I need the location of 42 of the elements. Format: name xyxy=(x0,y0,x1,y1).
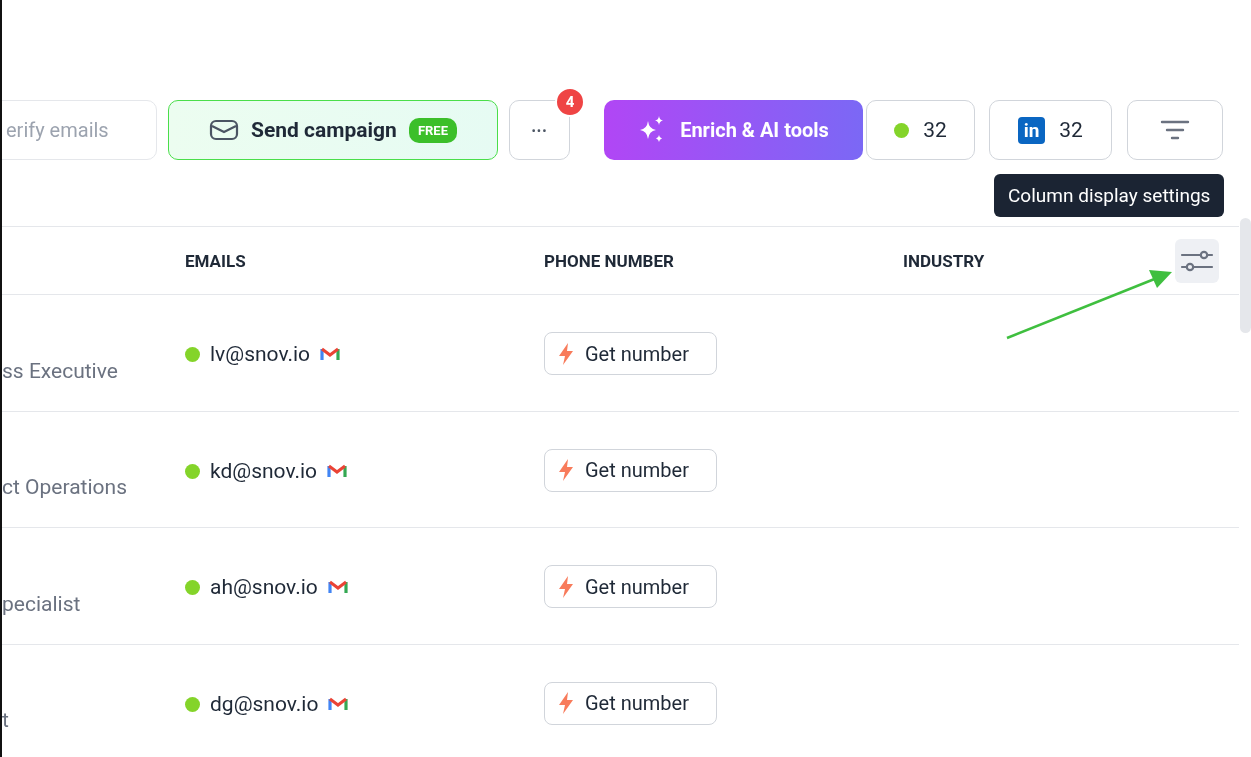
lightning-icon xyxy=(557,691,575,715)
linkedin-count-button[interactable]: in 32 xyxy=(989,100,1112,160)
email-address: dg@snov.io xyxy=(210,691,319,716)
lightning-icon xyxy=(557,458,575,482)
lightning-icon xyxy=(557,574,575,599)
get-number-button[interactable]: Get number xyxy=(544,332,717,375)
column-header: INDUSTRY xyxy=(903,250,985,271)
status-dot-icon xyxy=(185,463,200,479)
notification-badge: 4 xyxy=(555,87,585,117)
enrich-ai-tools-button[interactable]: Enrich & AI tools xyxy=(604,100,863,160)
filter-icon xyxy=(1160,119,1190,141)
job-title: ct Operations xyxy=(2,475,127,499)
send-campaign-button[interactable]: Send campaign FREE xyxy=(168,100,498,160)
mail-m-icon xyxy=(327,580,348,594)
email-address: lv@snov.io xyxy=(210,342,311,366)
mail-m-icon xyxy=(328,696,349,711)
status-dot-icon xyxy=(185,580,200,595)
get-number-button[interactable]: Get number xyxy=(544,681,717,725)
get-number-button[interactable]: Get number xyxy=(544,565,717,608)
send-campaign-label: Send campaign xyxy=(251,118,397,142)
job-title: ss Executive xyxy=(2,358,118,383)
mail-m-icon xyxy=(327,463,348,478)
envelope-icon xyxy=(209,118,240,142)
email-address: ah@snov.io xyxy=(210,575,318,599)
free-badge: FREE xyxy=(408,117,457,143)
job-title: pecialist xyxy=(2,591,81,616)
filter-button[interactable] xyxy=(1127,100,1223,160)
status-dot-icon xyxy=(185,696,200,712)
lightning-icon xyxy=(557,341,575,366)
get-number-button[interactable]: Get number xyxy=(544,448,717,492)
job-title: t xyxy=(2,708,9,732)
status-dot-icon xyxy=(894,122,910,138)
column-header: PHONE NUMBER xyxy=(544,250,674,271)
settings-icon[interactable] xyxy=(1175,238,1219,283)
column-header: EMAILS xyxy=(185,250,246,271)
email-address: kd@snov.io xyxy=(210,458,318,483)
mail-m-icon xyxy=(320,347,341,361)
scrollbar[interactable] xyxy=(1240,218,1251,333)
tooltip: Column display settings xyxy=(994,174,1225,217)
linkedin-logo: in xyxy=(1018,116,1046,144)
status-dot-icon xyxy=(185,347,200,362)
email-count-button[interactable]: 32 xyxy=(866,100,975,160)
